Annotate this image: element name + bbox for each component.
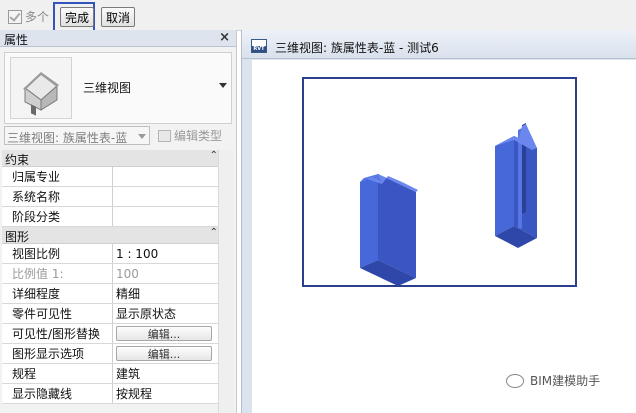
property-key: 系统名称 [2, 187, 113, 206]
edit-type-icon [158, 129, 171, 142]
property-key: 规程 [2, 364, 113, 383]
property-value[interactable]: 1 : 100 [113, 244, 232, 263]
model-view [360, 123, 537, 286]
edit-graphics-button[interactable]: 编辑... [116, 346, 212, 361]
watermark-text: BIM建模助手 [530, 374, 601, 388]
type-name: 三维视图 [83, 81, 132, 95]
right-column-model[interactable] [495, 123, 537, 248]
property-value[interactable]: 按规程 [113, 384, 232, 403]
view-title: 三维视图: 族属性表-蓝 - 测试6 [275, 41, 439, 55]
property-row[interactable]: 归属专业 [2, 167, 232, 187]
view-instance-value: 三维视图: 族属性表-蓝 [7, 131, 128, 145]
multi-label: 多个 [25, 10, 50, 24]
drawing-canvas[interactable] [252, 60, 636, 413]
watermark: BIM建模助手 [506, 372, 600, 389]
section-constraints[interactable]: 约束 ⌃ [2, 150, 232, 167]
property-row[interactable]: 规程 建筑 [2, 364, 232, 384]
property-value[interactable] [113, 207, 232, 226]
property-row[interactable]: 视图比例 1 : 100 [2, 244, 232, 264]
property-key: 归属专业 [2, 167, 113, 186]
type-selector[interactable]: 三维视图 [4, 52, 232, 124]
top-toolbar: 多个 完成 取消 [0, 0, 636, 32]
view-instance-selector[interactable]: 三维视图: 族属性表-蓝 [4, 126, 150, 145]
property-value[interactable]: 编辑... [113, 324, 232, 343]
property-row[interactable]: 阶段分类 [2, 207, 232, 227]
property-key: 显示隐藏线 [2, 384, 113, 403]
property-row[interactable]: 详细程度 精细 [2, 284, 232, 304]
section-graphics[interactable]: 图形 ⌃ [2, 227, 232, 244]
collapse-icon[interactable]: ⌃ [210, 150, 218, 161]
rvt-file-icon: RVT [251, 39, 267, 53]
property-row[interactable]: 系统名称 [2, 187, 232, 207]
collapse-icon[interactable]: ⌃ [210, 227, 218, 238]
properties-title: 属性 [4, 33, 29, 47]
section-label: 约束 [5, 153, 30, 167]
properties-panel: 属性 × 三维视图 三维视图: 族属性表-蓝 编辑类型 约束 ⌃ 归属专业 系统… [0, 30, 237, 413]
property-key: 比例值 1: [2, 264, 113, 283]
dropdown-arrow-icon[interactable] [138, 134, 146, 139]
property-key: 可见性/图形替换 [2, 324, 113, 343]
property-value[interactable] [113, 167, 232, 186]
section-label: 图形 [5, 230, 30, 244]
multi-checkbox[interactable]: 多个 [8, 8, 49, 25]
cancel-button[interactable]: 取消 [101, 7, 135, 27]
property-row[interactable]: 零件可见性 显示原状态 [2, 304, 232, 324]
view-window: RVT 三维视图: 族属性表-蓝 - 测试6 [241, 30, 636, 413]
property-row[interactable]: 图形显示选项 编辑... [2, 344, 232, 364]
checkbox-icon[interactable] [8, 9, 22, 24]
done-button[interactable]: 完成 [60, 7, 94, 27]
property-row: 比例值 1: 100 [2, 264, 232, 284]
edit-type-button[interactable]: 编辑类型 [158, 126, 232, 145]
edit-type-label: 编辑类型 [174, 129, 223, 143]
property-key: 零件可见性 [2, 304, 113, 323]
edit-vg-button[interactable]: 编辑... [116, 326, 212, 341]
properties-grid: 约束 ⌃ 归属专业 系统名称 阶段分类 图形 ⌃ 视图比例 1 : 100 比例… [2, 150, 232, 404]
property-key: 阶段分类 [2, 207, 113, 226]
left-column-model[interactable] [360, 174, 418, 286]
property-value[interactable]: 编辑... [113, 344, 232, 363]
wechat-icon [506, 373, 524, 388]
property-key: 图形显示选项 [2, 344, 113, 363]
property-row[interactable]: 显示隐藏线 按规程 [2, 384, 232, 404]
chevron-down-icon[interactable] [219, 83, 227, 88]
house-3d-icon [10, 57, 72, 119]
property-value[interactable]: 建筑 [113, 364, 232, 383]
property-key: 视图比例 [2, 244, 113, 263]
property-value[interactable]: 精细 [113, 284, 232, 303]
properties-header: 属性 × [0, 30, 236, 47]
property-value[interactable]: 显示原状态 [113, 304, 232, 323]
property-value: 100 [116, 266, 139, 281]
scrollbar[interactable] [218, 150, 233, 413]
property-key: 详细程度 [2, 284, 113, 303]
property-row[interactable]: 可见性/图形替换 编辑... [2, 324, 232, 344]
close-icon[interactable]: × [219, 30, 230, 45]
property-value[interactable] [113, 187, 232, 206]
view-tab[interactable]: RVT 三维视图: 族属性表-蓝 - 测试6 [242, 30, 636, 59]
